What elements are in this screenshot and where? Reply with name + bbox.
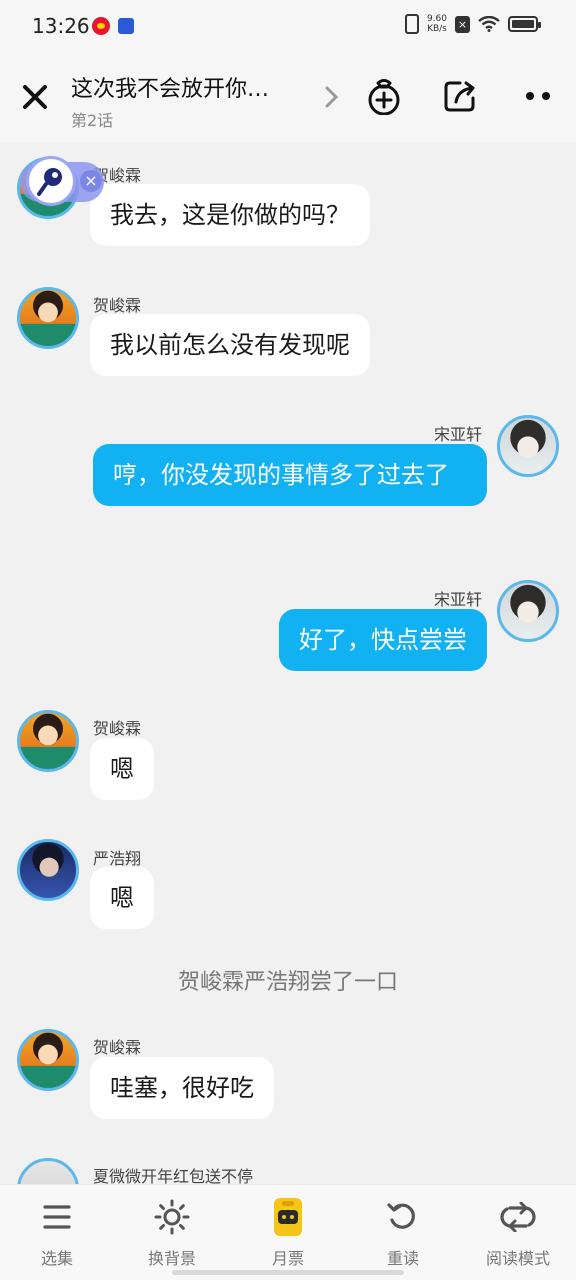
avatar-he[interactable] xyxy=(17,1029,79,1091)
bottom-item-reread[interactable]: 重读 xyxy=(353,1195,453,1269)
magnifier-icon xyxy=(37,168,62,196)
bottom-item-label: 月票 xyxy=(271,1249,304,1268)
narration-text: 贺峻霖严浩翔尝了一口 xyxy=(177,970,398,995)
bottom-toolbar: 选集 换背景 月票 重读 阅读模式 xyxy=(0,1184,576,1280)
sender-name: 宋亚轩 xyxy=(433,590,482,609)
close-icon[interactable]: × xyxy=(80,170,102,192)
vibrate-icon xyxy=(404,14,419,34)
bottom-item-background[interactable]: 换背景 xyxy=(122,1195,222,1269)
notification-icons xyxy=(92,17,134,35)
sender-name: 严浩翔 xyxy=(93,849,142,868)
floating-assistant[interactable]: × xyxy=(20,156,104,206)
bottom-item-episodes[interactable]: 选集 xyxy=(7,1195,107,1269)
status-bar: 13:26 9.60 KB/s × xyxy=(0,0,576,54)
chat-area[interactable]: 贺峻霖 我去，这是你做的吗？ × 贺峻霖 我以前怎么没有发现呢 宋亚轩 哼，你没… xyxy=(0,142,576,1184)
chevron-right-icon xyxy=(325,86,339,108)
wifi-icon xyxy=(478,16,500,32)
bottom-item-label: 重读 xyxy=(386,1249,419,1268)
avatar-he[interactable] xyxy=(17,710,79,772)
avatar-xia[interactable] xyxy=(17,1158,79,1184)
status-time: 13:26 xyxy=(32,14,90,38)
episode-label: 第2话 xyxy=(71,111,114,130)
sender-name: 贺峻霖 xyxy=(93,1038,142,1057)
sender-name: 贺峻霖 xyxy=(93,719,142,738)
system-tray: 9.60 KB/s × xyxy=(404,14,541,34)
message-bubble[interactable]: 嗯 xyxy=(90,867,154,929)
message-bubble[interactable]: 哼，你没发现的事情多了过去了 xyxy=(93,444,487,506)
gift-button[interactable] xyxy=(364,76,404,116)
share-button[interactable] xyxy=(440,76,480,116)
education-icon xyxy=(118,18,134,34)
ticket-icon xyxy=(268,1195,308,1239)
bottom-item-label: 选集 xyxy=(40,1249,73,1268)
more-dots-icon xyxy=(526,92,550,100)
battery-icon xyxy=(508,16,541,32)
bottom-item-monthly-ticket[interactable]: 月票 xyxy=(238,1195,338,1269)
network-speed-value: 9.60 xyxy=(426,14,447,24)
message-bubble[interactable]: 我去，这是你做的吗？ xyxy=(90,184,370,246)
bottom-item-label: 阅读模式 xyxy=(485,1249,550,1268)
gift-bag-icon xyxy=(368,79,400,115)
reader-header: 这次我不会放开你… 第2话 xyxy=(0,54,576,142)
list-icon xyxy=(37,1195,77,1239)
avatar-he[interactable] xyxy=(17,287,79,349)
story-title[interactable]: 这次我不会放开你… xyxy=(71,71,311,103)
network-speed: 9.60 KB/s xyxy=(427,14,447,34)
avatar-yan[interactable] xyxy=(17,839,79,901)
avatar-song[interactable] xyxy=(497,415,559,477)
close-icon xyxy=(23,85,47,109)
more-button[interactable] xyxy=(518,76,558,116)
bottom-item-label: 换背景 xyxy=(147,1249,196,1268)
home-indicator[interactable] xyxy=(172,1270,404,1275)
story-detail-button[interactable] xyxy=(318,82,346,112)
avatar-song[interactable] xyxy=(497,580,559,642)
battery-fill xyxy=(512,20,534,28)
replay-icon xyxy=(383,1195,423,1239)
bottom-item-reading-mode[interactable]: 阅读模式 xyxy=(468,1195,568,1269)
sender-name: 贺峻霖 xyxy=(93,296,142,315)
message-bubble[interactable]: 好了，快点尝尝 xyxy=(279,609,487,671)
assistant-avatar[interactable] xyxy=(26,156,76,206)
message-bubble[interactable]: 哇塞，很好吃 xyxy=(90,1057,274,1119)
sender-name: 夏微微开年红包送不停 xyxy=(93,1167,254,1184)
sender-name: 宋亚轩 xyxy=(433,425,482,444)
loop-icon xyxy=(498,1195,538,1239)
message-bubble[interactable]: 我以前怎么没有发现呢 xyxy=(90,314,370,376)
sun-icon xyxy=(152,1195,192,1239)
network-speed-unit: KB/s xyxy=(427,24,447,34)
share-icon xyxy=(444,81,475,112)
no-sim-icon: × xyxy=(455,15,470,33)
close-button[interactable] xyxy=(18,80,52,114)
weibo-icon xyxy=(92,17,110,35)
message-bubble[interactable]: 嗯 xyxy=(90,738,154,800)
